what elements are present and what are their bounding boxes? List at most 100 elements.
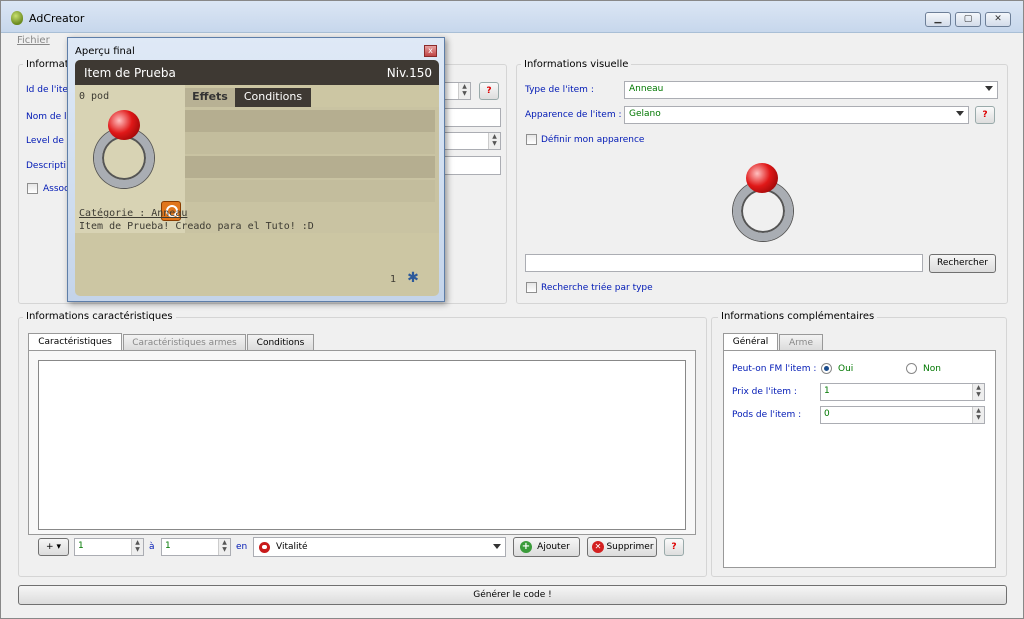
item-appearance-select[interactable]: Gelano	[624, 106, 969, 124]
item-card-pods: 0 pod	[79, 91, 110, 102]
add-menu-label: +	[46, 542, 54, 552]
price-label: Prix de l'item :	[732, 387, 797, 397]
item-id-spinner[interactable]: ▲ ▼	[458, 83, 470, 99]
add-button[interactable]: + Ajouter	[513, 537, 580, 557]
appearance-help-button[interactable]: ?	[975, 106, 995, 124]
tab-characteristics[interactable]: Caractéristiques	[28, 333, 122, 351]
in-label: en	[236, 542, 248, 552]
characteristics-help-button[interactable]: ?	[664, 538, 684, 556]
item-card-count: 1	[390, 274, 397, 285]
add-menu-button[interactable]: + ▾	[38, 538, 69, 556]
from-value-spinner[interactable]: ▲ ▼	[131, 539, 143, 555]
generate-code-button[interactable]: Générer le code !	[18, 585, 1007, 605]
chevron-down-icon	[985, 86, 993, 91]
item-name-label: Nom de l'	[26, 112, 69, 122]
item-description-input[interactable]	[441, 156, 501, 175]
assoc-label: Assoc	[43, 184, 69, 194]
chevron-down-icon	[956, 111, 964, 116]
delete-button[interactable]: ✕ Supprimer	[587, 537, 657, 557]
item-id-help-button[interactable]: ?	[479, 82, 499, 100]
minimize-button[interactable]: ▁	[925, 12, 951, 27]
tab-weapon[interactable]: Arme	[779, 334, 823, 351]
item-appearance-label: Apparence de l'item :	[525, 110, 622, 120]
item-type-select[interactable]: Anneau	[624, 81, 998, 99]
define-appearance-checkbox[interactable]	[526, 134, 537, 145]
item-level-label: Level de	[26, 136, 64, 146]
effects-row	[185, 132, 435, 154]
item-type-label: Type de l'item :	[525, 85, 594, 95]
item-level-input[interactable]: ▲ ▼	[441, 132, 501, 150]
from-value-input[interactable]: 1 ▲ ▼	[74, 538, 144, 556]
delete-button-label: Supprimer	[606, 542, 654, 552]
tab-general[interactable]: Général	[723, 333, 778, 351]
menu-file[interactable]: Fichier	[17, 35, 50, 46]
item-appearance-value: Gelano	[629, 109, 661, 119]
item-card-description: Item de Prueba! Creado para el Tuto! :D	[79, 221, 314, 232]
define-appearance-label: Définir mon apparence	[541, 135, 645, 145]
heart-icon	[259, 542, 270, 553]
price-value: 1	[824, 386, 830, 396]
fm-no-radio[interactable]	[906, 363, 917, 374]
close-button[interactable]: ✕	[985, 12, 1011, 27]
preview-title: Aperçu final	[75, 46, 135, 57]
tab-weapon-characteristics[interactable]: Caractéristiques armes	[123, 334, 246, 351]
add-button-label: Ajouter	[537, 542, 570, 552]
to-label: à	[149, 542, 155, 552]
item-card: Item de Prueba Niv.150 0 pod Effets Cond…	[75, 60, 439, 296]
item-card-header: Item de Prueba Niv.150	[75, 60, 439, 85]
effects-row	[185, 156, 435, 178]
sorted-search-checkbox[interactable]	[526, 282, 537, 293]
ring-card-icon	[91, 108, 161, 188]
to-value-input[interactable]: 1 ▲ ▼	[161, 538, 231, 556]
fm-label: Peut-on FM l'item :	[732, 364, 817, 374]
pods-label: Pods de l'item :	[732, 410, 802, 420]
stat-select[interactable]: Vitalité	[253, 537, 506, 557]
item-id-label: Id de l'ite	[26, 85, 68, 95]
price-input[interactable]: 1 ▲ ▼	[820, 383, 985, 401]
delete-icon: ✕	[592, 541, 604, 553]
chevron-down-icon	[493, 544, 501, 549]
visual-info-title: Informations visuelle	[521, 59, 632, 70]
fm-yes-radio[interactable]	[821, 363, 832, 374]
pods-value: 0	[824, 409, 830, 419]
pods-input[interactable]: 0 ▲ ▼	[820, 406, 985, 424]
item-type-value: Anneau	[629, 84, 664, 94]
price-spinner[interactable]: ▲ ▼	[972, 384, 984, 400]
maximize-button[interactable]: ▢	[955, 12, 981, 27]
window-title: AdCreator	[29, 12, 85, 25]
item-card-category[interactable]: Catégorie : Anneau	[79, 208, 187, 219]
item-card-level: Niv.150	[386, 66, 432, 80]
app-window: AdCreator ▁ ▢ ✕ Fichier Informati Id de …	[0, 0, 1024, 619]
tab-conditions[interactable]: Conditions	[247, 334, 314, 351]
characteristics-panel	[28, 350, 696, 535]
sorted-search-label: Recherche triée par type	[541, 283, 653, 293]
assoc-checkbox[interactable]	[27, 183, 38, 194]
item-card-name: Item de Prueba	[84, 66, 176, 80]
preview-close-button[interactable]: x	[424, 45, 437, 57]
stat-value: Vitalité	[276, 542, 308, 552]
fm-no-label: Non	[923, 364, 941, 374]
item-description-label: Descripti	[26, 161, 67, 171]
effects-row	[185, 180, 435, 202]
title-bar: AdCreator ▁ ▢ ✕	[1, 1, 1023, 33]
fm-yes-label: Oui	[838, 364, 854, 374]
search-button[interactable]: Rechercher	[929, 254, 996, 273]
characteristics-list[interactable]	[38, 360, 686, 530]
ring-preview-icon	[729, 161, 799, 243]
characteristics-title: Informations caractéristiques	[23, 311, 176, 322]
item-level-spinner[interactable]: ▲ ▼	[488, 133, 500, 149]
pods-spinner[interactable]: ▲ ▼	[972, 407, 984, 423]
item-name-input[interactable]	[441, 108, 501, 127]
preview-window[interactable]: Aperçu final x Item de Prueba Niv.150 0 …	[67, 37, 445, 302]
to-value-spinner[interactable]: ▲ ▼	[218, 539, 230, 555]
plus-icon: +	[520, 541, 532, 553]
app-icon	[11, 11, 23, 25]
tab-effects[interactable]: Effets	[185, 88, 235, 107]
tab-card-conditions[interactable]: Conditions	[235, 88, 311, 107]
from-value: 1	[78, 541, 84, 551]
to-value: 1	[165, 541, 171, 551]
settings-icon[interactable]: ✱	[405, 270, 421, 286]
search-input[interactable]	[525, 254, 923, 272]
effects-row	[185, 110, 435, 132]
item-id-input[interactable]: ▲ ▼	[441, 82, 471, 100]
